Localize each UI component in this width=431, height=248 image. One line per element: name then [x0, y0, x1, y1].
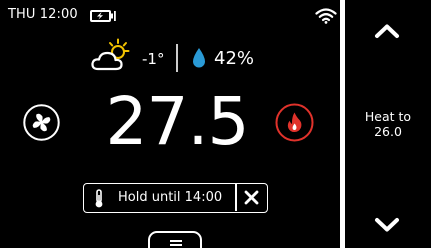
humidity-value: 42% — [214, 48, 255, 69]
current-temperature: 27.5 — [105, 83, 250, 160]
close-icon[interactable] — [243, 189, 260, 206]
battery-charging-icon — [90, 10, 116, 22]
setpoint-value: 26.0 — [374, 124, 402, 139]
status-bar: THU 12:00 — [8, 6, 339, 26]
setpoint-label: Heat to 26.0 — [345, 109, 431, 139]
setpoint-panel: Heat to 26.0 — [345, 0, 431, 248]
fan-button[interactable] — [23, 104, 60, 141]
hold-label: Hold until 14:00 — [118, 190, 223, 205]
setpoint-mode-text: Heat to — [364, 109, 412, 124]
chevron-down-icon[interactable] — [373, 216, 401, 234]
menu-button[interactable] — [148, 231, 202, 248]
wifi-icon — [315, 8, 337, 24]
fan-icon — [32, 113, 51, 132]
hold-divider — [235, 184, 237, 211]
menu-icon — [170, 240, 182, 246]
water-drop-icon — [193, 48, 205, 68]
status-time: THU 12:00 — [8, 7, 78, 22]
thermostat-screen: THU 12:00 -1° 42% 27.5 Hold until 14:00 … — [0, 0, 431, 248]
partly-sunny-icon — [91, 38, 130, 71]
hold-banner[interactable]: Hold until 14:00 — [83, 183, 268, 213]
thermometer-icon — [95, 189, 103, 208]
chevron-up-icon[interactable] — [373, 22, 401, 40]
heat-mode-button[interactable] — [275, 103, 314, 142]
outdoor-temperature: -1° — [142, 50, 165, 68]
weather-divider — [176, 44, 178, 72]
weather-row: -1° 42% — [90, 38, 290, 78]
